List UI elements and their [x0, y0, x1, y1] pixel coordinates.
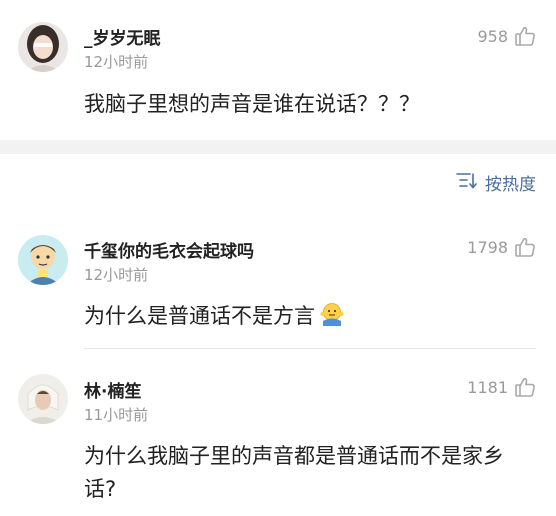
- sort-icon: [455, 170, 477, 195]
- shrug-emoji-icon: [319, 301, 345, 327]
- comment-text: 为什么是普通话不是方言: [84, 304, 315, 328]
- like-count: 958: [477, 26, 508, 46]
- username[interactable]: 林·楠笙: [84, 377, 141, 402]
- comment-item: 林·楠笙 11小时前 1181 为什么我脑子里的声音都是普通话而不是家乡话?: [0, 358, 556, 516]
- avatar[interactable]: [18, 22, 68, 72]
- thumbs-up-icon: [514, 236, 536, 258]
- timestamp: 11小时前: [84, 406, 149, 424]
- avatar[interactable]: [18, 374, 68, 424]
- like-count: 1798: [467, 237, 508, 257]
- sort-label: 按热度: [485, 175, 536, 195]
- thumbs-up-icon: [514, 25, 536, 47]
- like-button[interactable]: 1798: [467, 236, 536, 258]
- username[interactable]: _岁岁无眠: [84, 24, 161, 49]
- username[interactable]: 千玺你的毛衣会起球吗: [84, 237, 254, 262]
- timestamp: 12小时前: [84, 266, 149, 284]
- sort-toggle[interactable]: 按热度: [455, 170, 536, 195]
- section-separator: [0, 140, 556, 154]
- comment-item: _岁岁无眠 12小时前 958 我脑子里想的声音是谁在说话？？？: [0, 0, 556, 140]
- comment-body: 为什么是普通话不是方言: [84, 300, 536, 333]
- like-button[interactable]: 1181: [467, 376, 536, 398]
- timestamp: 12小时前: [84, 53, 149, 71]
- comment-text: 为什么我脑子里的声音都是普通话而不是家乡话?: [84, 444, 504, 501]
- comment-text: 我脑子里想的声音是谁在说话？？？: [84, 92, 420, 116]
- comment-divider: [84, 348, 536, 349]
- avatar[interactable]: [18, 235, 68, 285]
- like-button[interactable]: 958: [477, 25, 536, 47]
- like-count: 1181: [467, 377, 508, 397]
- comment-item: 千玺你的毛衣会起球吗 12小时前 1798 为什么是普通话不是方言: [0, 218, 556, 348]
- thumbs-up-icon: [514, 376, 536, 398]
